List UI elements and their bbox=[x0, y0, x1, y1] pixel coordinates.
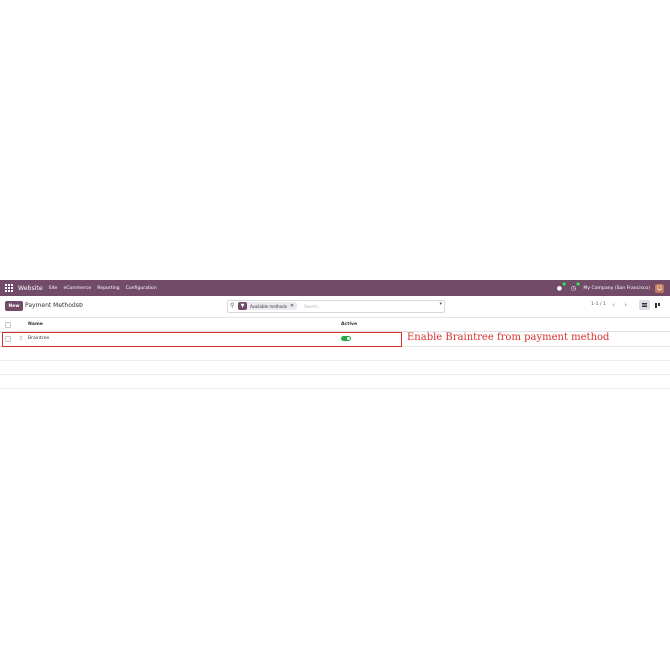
search-input[interactable] bbox=[304, 302, 424, 310]
menu-item-configuration[interactable]: Configuration bbox=[126, 286, 157, 291]
filter-icon: ▼ bbox=[238, 302, 247, 310]
new-button[interactable]: New bbox=[5, 301, 23, 311]
menu-item-site[interactable]: Site bbox=[49, 286, 58, 291]
empty-row bbox=[0, 347, 670, 361]
user-avatar[interactable]: ☺ bbox=[655, 283, 664, 293]
messages-badge: 5 bbox=[562, 282, 567, 286]
empty-row bbox=[0, 375, 670, 389]
facet-remove-icon[interactable]: ✕ bbox=[290, 303, 297, 309]
systray: ● 5 ◷ 8 My Company (San Francisco) ☺ bbox=[555, 282, 670, 293]
search-box: ⚲ ▼ Available methods ✕ ▾ bbox=[227, 300, 445, 313]
list-view-icon bbox=[642, 303, 647, 307]
top-navbar: Website Site eCommerce Reporting Configu… bbox=[0, 280, 670, 296]
pager-next-icon[interactable]: › bbox=[621, 300, 630, 310]
search-icon[interactable]: ⚲ bbox=[230, 302, 234, 309]
search-facet: ▼ Available methods ✕ bbox=[238, 302, 298, 310]
empty-row bbox=[0, 361, 670, 375]
column-header-name[interactable]: Name bbox=[28, 322, 43, 327]
select-all-checkbox[interactable] bbox=[5, 322, 11, 328]
facet-label: Available methods bbox=[250, 303, 287, 309]
activity-clock-icon[interactable]: ◷ 8 bbox=[569, 282, 581, 292]
kanban-view-button[interactable] bbox=[652, 300, 663, 310]
kanban-view-icon bbox=[654, 302, 661, 308]
search-dropdown-toggle-icon[interactable]: ▾ bbox=[439, 301, 442, 307]
list-view-button[interactable] bbox=[639, 300, 650, 310]
table-header: Name Active bbox=[0, 318, 670, 332]
column-header-active[interactable]: Active bbox=[341, 322, 357, 327]
pager-previous-icon[interactable]: ‹ bbox=[609, 300, 618, 310]
pager-value[interactable]: 1-1 / 1 bbox=[591, 302, 606, 307]
annotation-highlight-box bbox=[2, 332, 402, 347]
activity-badge: 8 bbox=[576, 282, 581, 286]
messages-icon[interactable]: ● 5 bbox=[555, 282, 567, 292]
apps-grid-icon[interactable] bbox=[5, 284, 13, 292]
menu-item-reporting[interactable]: Reporting bbox=[97, 286, 119, 291]
app-name[interactable]: Website bbox=[18, 285, 43, 292]
control-panel: New Payment Methods ⚙ ⚲ ▼ Available meth… bbox=[0, 297, 670, 318]
page-title[interactable]: Payment Methods bbox=[25, 302, 79, 309]
gear-icon[interactable]: ⚙ bbox=[78, 302, 83, 309]
menu-item-ecommerce[interactable]: eCommerce bbox=[64, 286, 92, 291]
annotation-text: Enable Braintree from payment method bbox=[407, 332, 610, 343]
company-switcher[interactable]: My Company (San Francisco) bbox=[583, 286, 650, 291]
